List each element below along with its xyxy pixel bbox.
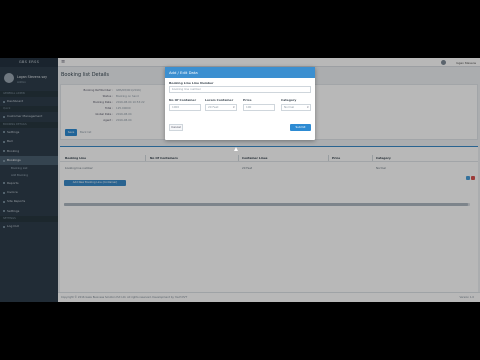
dialog-title: Add / Edit Data	[165, 67, 315, 78]
category-select[interactable]: Normal ▾	[281, 104, 311, 111]
containers-input[interactable]: 1000	[169, 104, 201, 111]
category-label: Category	[281, 98, 297, 102]
category-value: Normal	[284, 105, 295, 109]
dialog-body: Booking Line Line Number booking line nu…	[165, 78, 315, 140]
chevron-down-icon: ▾	[233, 106, 235, 109]
booking-line-label: Booking Line Line Number	[169, 81, 214, 85]
mouse-cursor-icon	[234, 147, 238, 151]
containers-label: No Of Container	[169, 98, 197, 102]
price-label: Price	[243, 98, 252, 102]
booking-line-input[interactable]: booking line number	[169, 86, 311, 93]
add-edit-dialog: Add / Edit Data Booking Line Line Number…	[165, 67, 315, 140]
container-type-value: 20 Feet	[208, 105, 219, 109]
submit-button[interactable]: Submit	[290, 124, 311, 131]
app-window: GBS ERSS Logan Stevens say Admin GENERAL…	[0, 58, 480, 302]
cancel-button[interactable]: Cancel	[169, 124, 183, 131]
price-input[interactable]: 100	[243, 104, 275, 111]
chevron-down-icon: ▾	[307, 106, 309, 109]
container-type-select[interactable]: 20 Feet ▾	[205, 104, 237, 111]
container-type-label: Lorem Container	[205, 98, 234, 102]
